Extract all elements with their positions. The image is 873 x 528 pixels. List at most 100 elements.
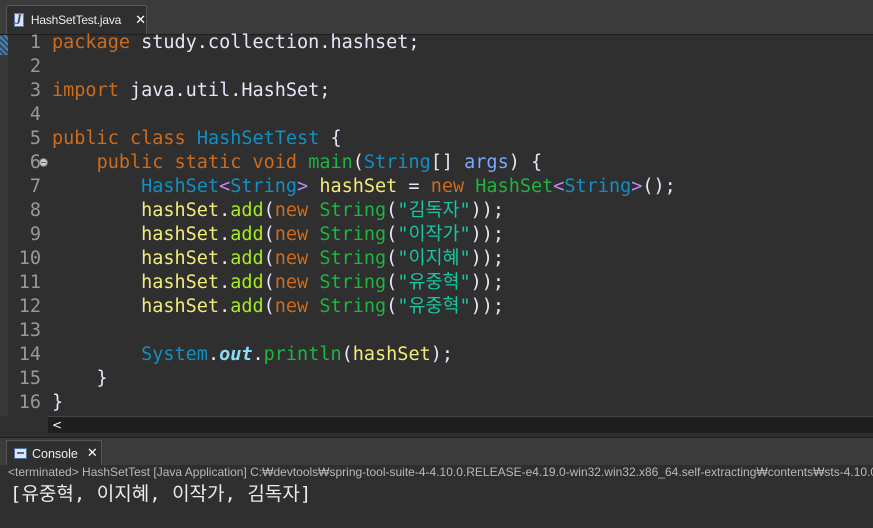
code-line[interactable]: 12 hashSet.add(new String("유중혁")); <box>0 295 873 319</box>
code-line[interactable]: 8 hashSet.add(new String("김독자")); <box>0 199 873 223</box>
code-token: new <box>274 224 309 245</box>
line-number: 10 <box>18 248 41 269</box>
console-icon <box>14 448 27 459</box>
line-number: 12 <box>18 296 41 317</box>
code-token: "유중혁" <box>397 296 471 317</box>
console-tab-label: Console <box>32 446 78 461</box>
code-line[interactable]: 15 } <box>0 367 873 391</box>
tab-console[interactable]: Console ✕ <box>6 440 102 466</box>
code-line[interactable]: 14 System.out.println(hashSet); <box>0 343 873 367</box>
scroll-left-arrow-icon[interactable]: < <box>52 417 62 433</box>
code-token: )); <box>470 248 505 269</box>
close-icon[interactable]: ✕ <box>87 447 98 460</box>
code-token: class <box>129 128 186 149</box>
code-editor[interactable]: 1 package study.collection.hashset; 2 3 impo… <box>0 32 873 416</box>
terminated-status-line: <terminated> HashSetTest [Java Applicati… <box>8 465 873 479</box>
code-token: ( <box>386 224 398 245</box>
line-number: 13 <box>18 320 41 341</box>
code-token: void <box>252 152 298 173</box>
code-token: hashSet <box>141 224 220 245</box>
line-number: 7 <box>29 176 41 197</box>
scrollbar-thumb[interactable] <box>68 420 858 429</box>
code-token: HashSet <box>141 176 220 197</box>
console-tab-bar: Console ✕ <box>0 437 873 466</box>
close-icon[interactable]: ✕ <box>135 14 146 27</box>
line-number: 2 <box>29 56 41 77</box>
code-token: . <box>207 344 220 365</box>
code-text: hashSet.add(new String("이지혜")); <box>52 247 504 271</box>
horizontal-scrollbar[interactable]: < <box>48 416 873 433</box>
code-text: public class HashSetTest { <box>52 127 342 151</box>
line-number: 3 <box>29 80 41 101</box>
code-token: import <box>52 80 119 101</box>
code-token: hashSet <box>141 248 220 269</box>
code-line[interactable]: 5 public class HashSetTest { <box>0 127 873 151</box>
tab-label: HashSetTest.java <box>30 13 122 27</box>
code-token: String <box>319 248 387 269</box>
code-token: add <box>230 248 264 269</box>
code-token: [] <box>430 152 465 173</box>
code-line[interactable]: 10 hashSet.add(new String("이지혜")); <box>0 247 873 271</box>
code-token: ( <box>386 248 398 269</box>
code-token: ( <box>386 296 398 317</box>
code-token: hashSet <box>141 296 220 317</box>
line-number: 4 <box>29 104 41 125</box>
code-token: (); <box>642 176 676 197</box>
code-token: . <box>219 296 231 317</box>
code-line[interactable]: 4 <box>0 103 873 127</box>
code-line[interactable]: 6− public static void main(String[] args… <box>0 151 873 175</box>
code-token: "이지혜" <box>397 248 471 269</box>
code-line[interactable]: 16} <box>0 391 873 415</box>
code-token: ( <box>341 344 353 365</box>
code-token: public <box>96 152 164 173</box>
code-token: )); <box>470 296 505 317</box>
code-line[interactable]: 3 import java.util.HashSet; <box>0 79 873 103</box>
code-token: String <box>319 200 387 221</box>
code-text: package study.collection.hashset; <box>52 31 420 55</box>
code-token: new <box>274 296 309 317</box>
fold-collapse-icon[interactable]: − <box>39 158 48 167</box>
code-line[interactable]: 11 hashSet.add(new String("유중혁")); <box>0 271 873 295</box>
code-token: public <box>52 128 119 149</box>
code-token: new <box>274 200 309 221</box>
tab-hashsettest-java[interactable]: J HashSetTest.java ✕ <box>6 5 147 34</box>
code-line[interactable]: 2 <box>0 55 873 79</box>
code-token: new <box>274 248 309 269</box>
code-line[interactable]: 9 hashSet.add(new String("이작가")); <box>0 223 873 247</box>
console-view[interactable]: <terminated> HashSetTest [Java Applicati… <box>0 465 873 528</box>
code-token: . <box>219 272 231 293</box>
code-token: out <box>219 344 253 365</box>
code-text: } <box>52 391 63 415</box>
code-text: HashSet<String> hashSet = new HashSet<St… <box>52 175 676 199</box>
code-token: println <box>263 344 342 365</box>
code-line[interactable]: 13 <box>0 319 873 343</box>
code-token: ( <box>263 296 275 317</box>
code-token: String <box>363 152 431 173</box>
code-token: ( <box>352 152 364 173</box>
code-text: hashSet.add(new String("김독자")); <box>52 199 504 223</box>
line-number: 8 <box>29 200 41 221</box>
code-line[interactable]: 1 package study.collection.hashset; <box>0 31 873 55</box>
code-token: String <box>230 176 298 197</box>
code-token: ); <box>430 344 453 365</box>
code-line[interactable]: 7 HashSet<String> hashSet = new HashSet<… <box>0 175 873 199</box>
code-token: ( <box>263 200 275 221</box>
line-number: 15 <box>18 368 41 389</box>
code-token: > <box>631 176 643 197</box>
code-token: < <box>553 176 565 197</box>
code-token: hashSet <box>141 272 220 293</box>
code-token: ( <box>263 272 275 293</box>
code-token: > <box>297 176 309 197</box>
line-number: 1 <box>29 32 41 53</box>
code-token: String <box>319 296 387 317</box>
